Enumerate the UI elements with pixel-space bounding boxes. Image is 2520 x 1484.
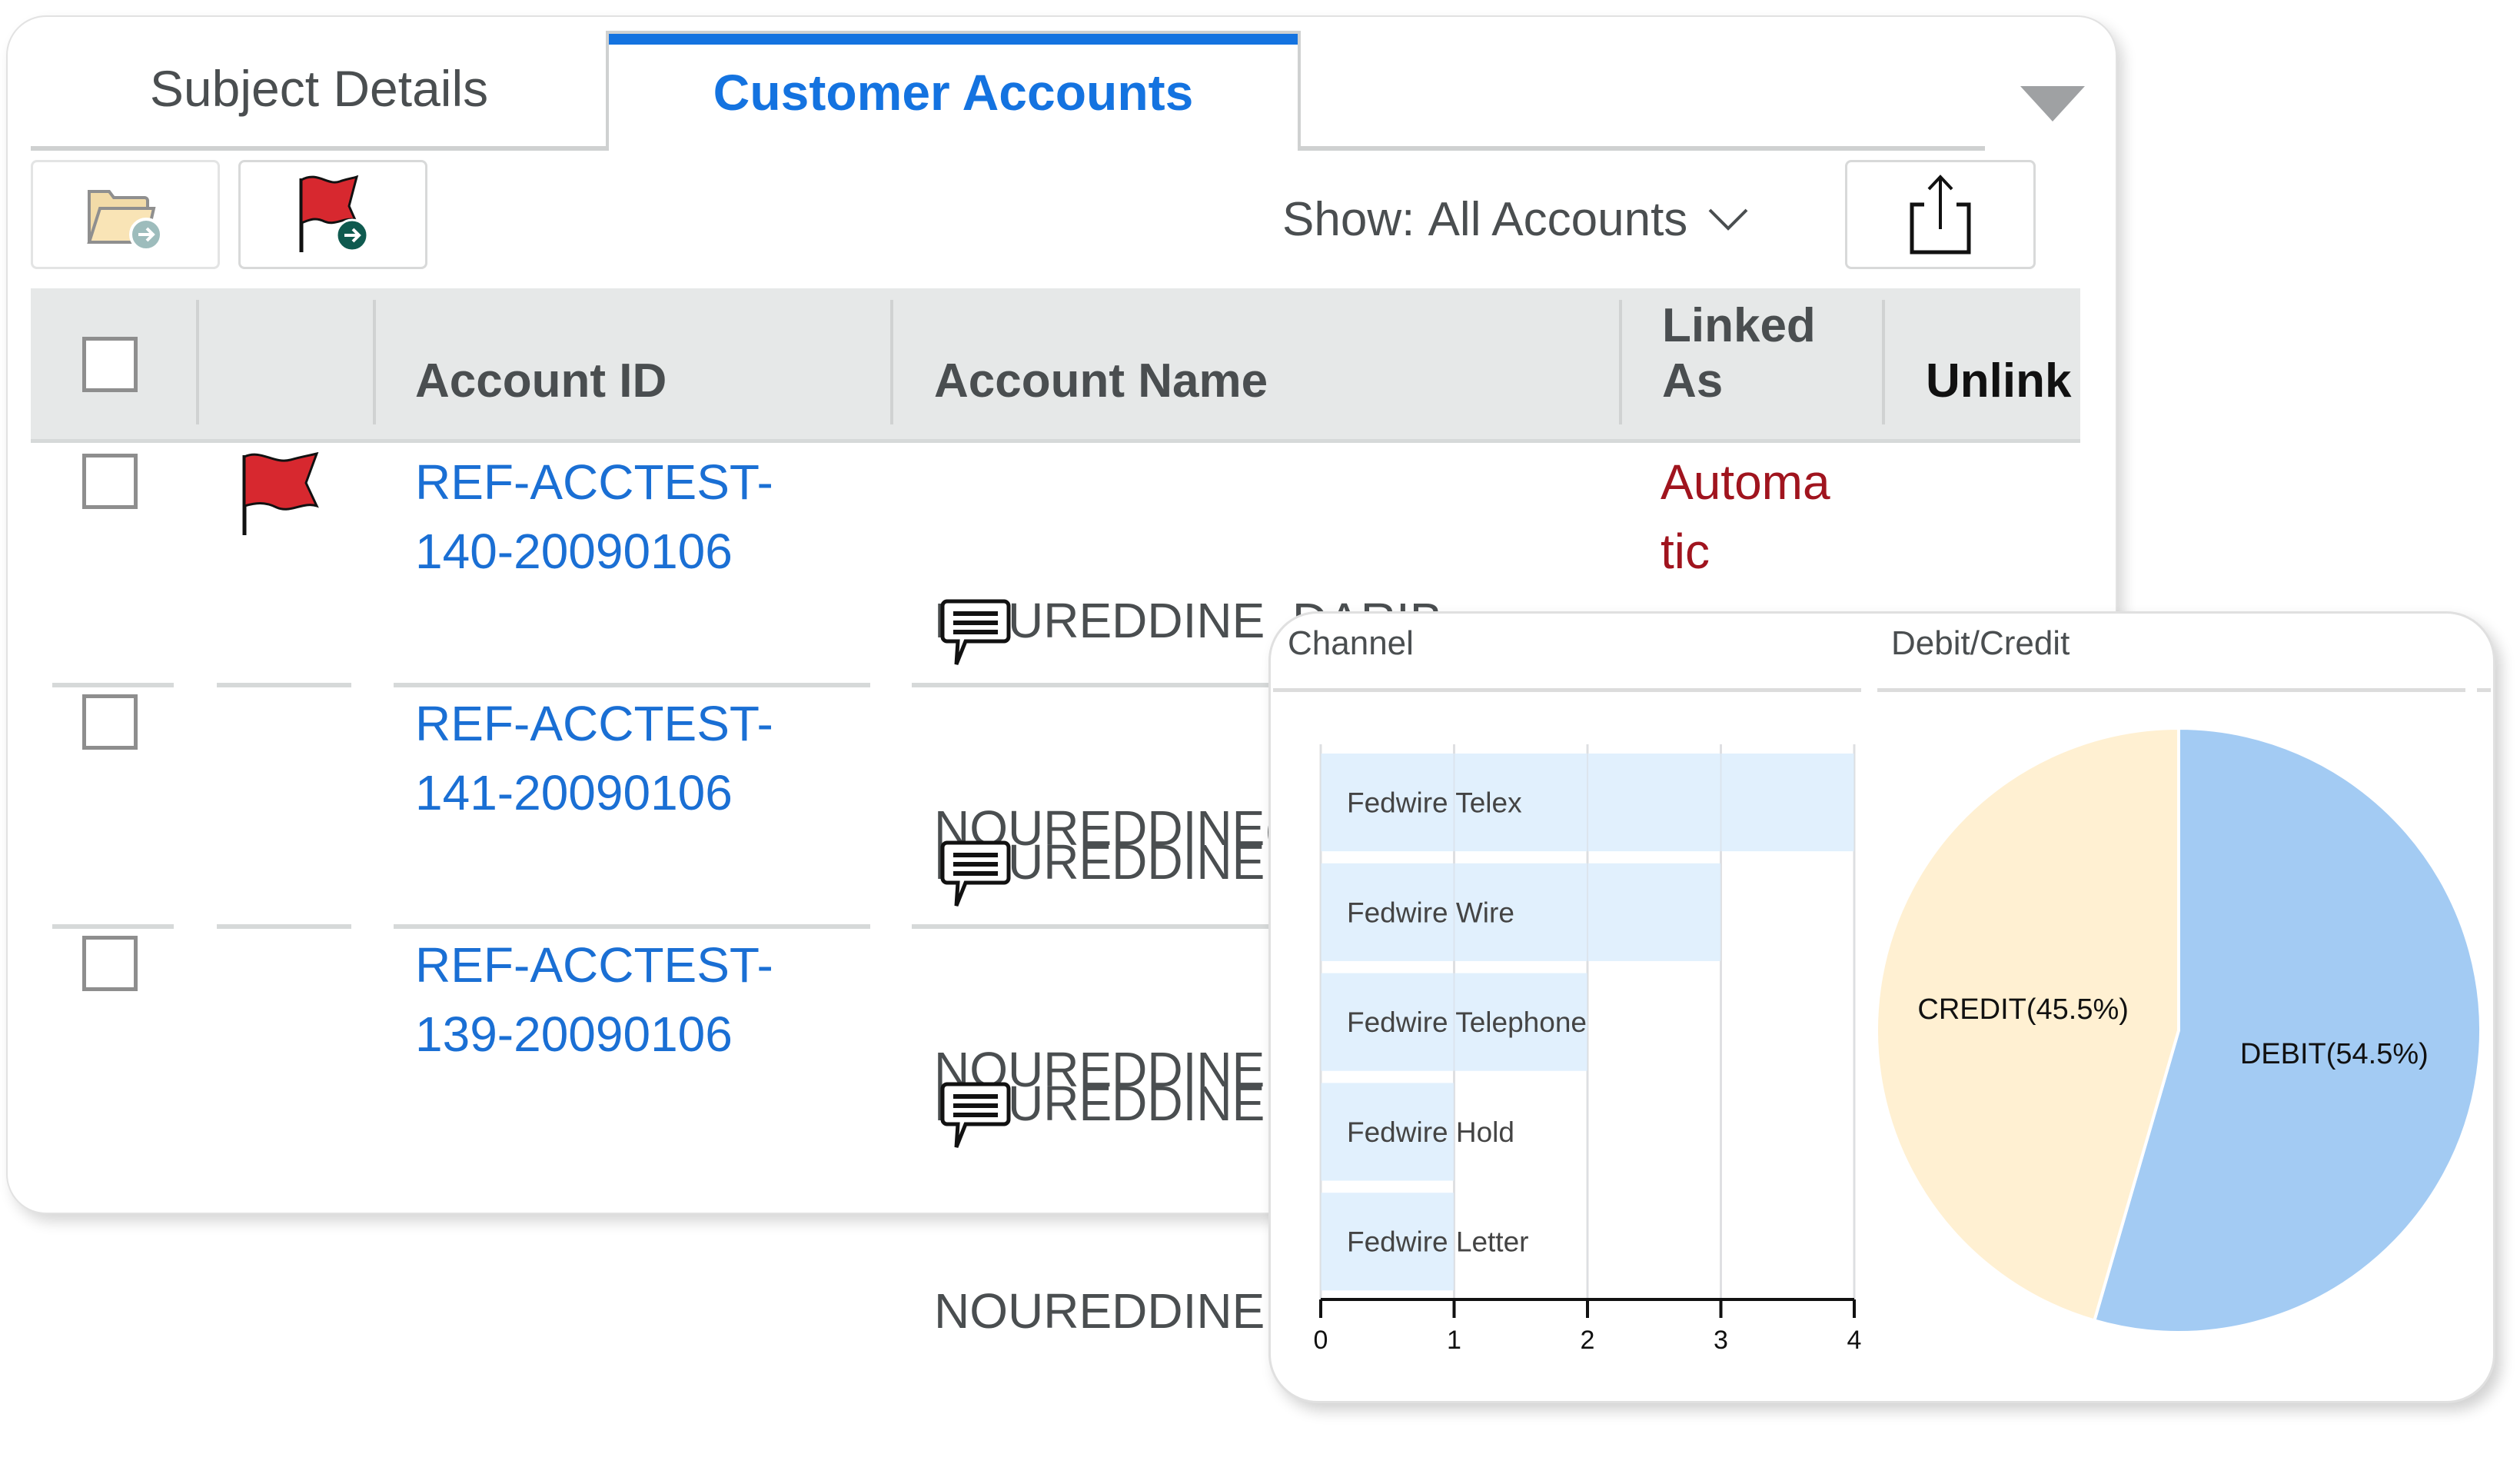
pie-label-credit: CREDIT(45.5%)	[1917, 993, 2129, 1026]
x-tick-label: 0	[1314, 1326, 1328, 1355]
channel-bar-chart: Fedwire Telex Fedwire Wire Fedwire Telepho…	[1314, 744, 1862, 1355]
debit-credit-pie-chart: DEBIT(54.5%) CREDIT(45.5%)	[1874, 726, 2482, 1334]
charts-canvas: Fedwire Telex Fedwire Wire Fedwire Telepho…	[1314, 726, 2482, 1355]
bar-label: Fedwire Telephone	[1347, 1007, 1587, 1038]
bar-label: Fedwire Letter	[1347, 1226, 1529, 1258]
x-tick-label: 3	[1714, 1326, 1728, 1355]
pie-label-debit: DEBIT(54.5%)	[2240, 1038, 2429, 1070]
bar-label: Fedwire Telex	[1347, 787, 1522, 819]
bar-label: Fedwire Hold	[1347, 1116, 1514, 1148]
x-tick-label: 4	[1847, 1326, 1862, 1355]
bar-label: Fedwire Wire	[1347, 897, 1514, 928]
x-tick-label: 1	[1447, 1326, 1461, 1355]
x-tick-label: 2	[1581, 1326, 1595, 1355]
